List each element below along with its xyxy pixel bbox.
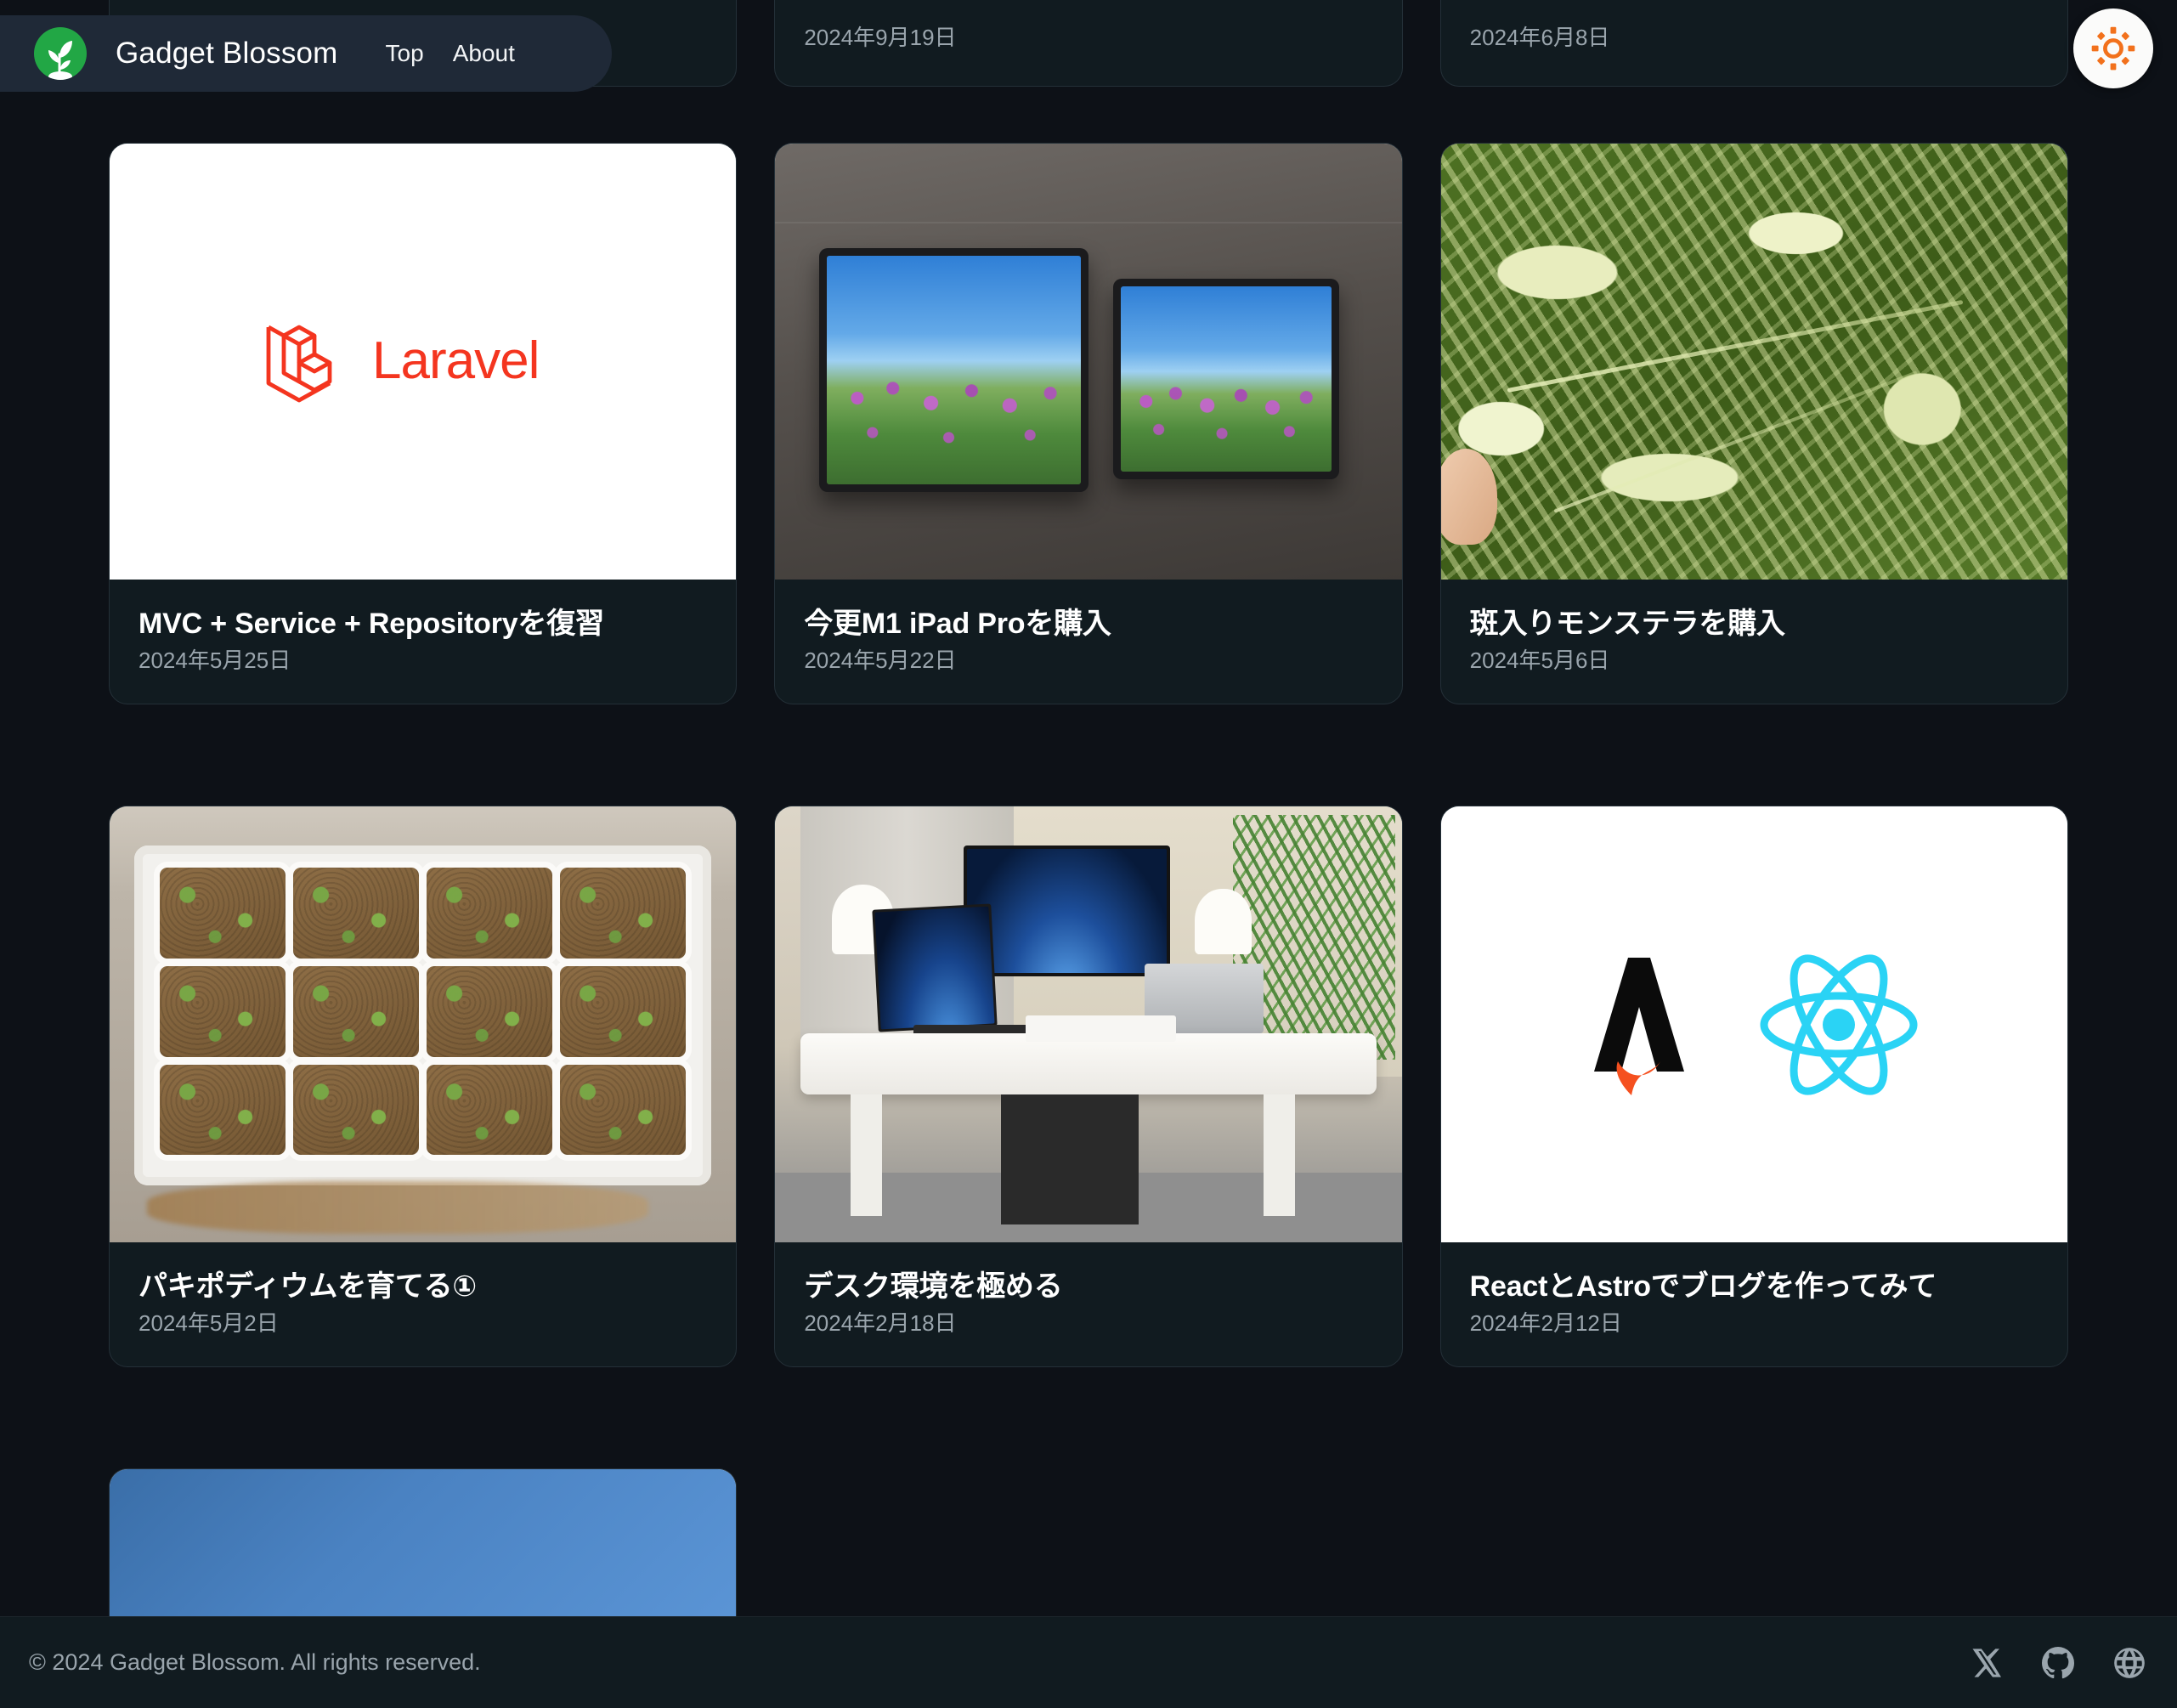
post-thumbnail [1441, 806, 2067, 1242]
laravel-logo-icon: Laravel [110, 144, 736, 580]
post-thumbnail [775, 144, 1401, 580]
post-date: 2024年5月25日 [110, 643, 736, 704]
post-title: MVC + Service + Repositoryを復習 [139, 605, 707, 643]
nav-link-top[interactable]: Top [386, 40, 424, 67]
post-date: 2024年2月12日 [1441, 1306, 2067, 1366]
footer-copyright: © 2024 Gadget Blossom. All rights reserv… [29, 1649, 481, 1676]
social-link-website[interactable] [2112, 1646, 2146, 1680]
post-date: 2024年2月18日 [775, 1306, 1401, 1366]
post-title: 斑入りモンステラを購入 [1470, 605, 2038, 643]
main-nav: Top About [386, 40, 515, 67]
desk-setup-photo [775, 806, 1401, 1242]
post-card[interactable]: 2024年9月19日 [774, 0, 1402, 87]
post-title: ReactとAstroでブログを作ってみて [1470, 1268, 2038, 1306]
nav-link-about[interactable]: About [453, 40, 515, 67]
post-body: MVC + Service + Repositoryを復習 [110, 580, 736, 643]
brand-name: Gadget Blossom [116, 37, 338, 71]
seedling-sprout-icon [34, 27, 87, 80]
post-date: 2024年6月8日 [1441, 20, 2067, 86]
x-twitter-icon [1970, 1646, 2004, 1680]
post-title: パキポディウムを育てる① [139, 1268, 707, 1306]
post-card[interactable]: パキポディウムを育てる① 2024年5月2日 [109, 806, 737, 1367]
post-title: 今更M1 iPad Proを購入 [804, 605, 1372, 643]
github-icon [2041, 1646, 2075, 1680]
post-thumbnail [1441, 144, 2067, 580]
post-grid-row-2: パキポディウムを育てる① 2024年5月2日 [0, 806, 2177, 1367]
post-date: 2024年5月6日 [1441, 643, 2067, 704]
post-body: 今更M1 iPad Proを購入 [775, 580, 1401, 643]
post-grid-partial-bottom [0, 1468, 2177, 1638]
post-date: 2024年9月19日 [775, 20, 1401, 86]
post-thumbnail [775, 806, 1401, 1242]
post-card[interactable]: Laravel MVC + Service + Repositoryを復習 20… [109, 143, 737, 704]
site-header: Gadget Blossom Top About [0, 15, 612, 92]
post-thumbnail [110, 1469, 736, 1638]
post-date: 2024年5月22日 [775, 643, 1401, 704]
social-link-x[interactable] [1970, 1646, 2004, 1680]
astro-logo-icon [1584, 953, 1694, 1097]
globe-icon [2112, 1646, 2146, 1680]
blue-gradient-photo [110, 1469, 736, 1638]
react-astro-logo-group [1441, 806, 2067, 1242]
post-card[interactable]: デスク環境を極める 2024年2月18日 [774, 806, 1402, 1367]
svg-text:Laravel: Laravel [372, 332, 539, 390]
post-card[interactable]: 2024年6月8日 [1440, 0, 2068, 87]
react-logo-icon [1754, 948, 1924, 1101]
page-root: 2024年9月19日 2024年6月8日 [0, 0, 2177, 1708]
post-body: 斑入りモンステラを購入 [1441, 580, 2067, 643]
post-card[interactable]: ReactとAstroでブログを作ってみて 2024年2月12日 [1440, 806, 2068, 1367]
monstera-leaf-photo [1441, 144, 2067, 580]
post-body: デスク環境を極める [775, 1242, 1401, 1306]
social-links [1970, 1646, 2146, 1680]
post-card[interactable] [109, 1468, 737, 1638]
post-grid-row-1: Laravel MVC + Service + Repositoryを復習 20… [0, 143, 2177, 704]
post-thumbnail: Laravel [110, 144, 736, 580]
seedling-tray-photo [110, 806, 736, 1242]
post-thumbnail [110, 806, 736, 1242]
social-link-github[interactable] [2041, 1646, 2075, 1680]
post-date: 2024年5月2日 [110, 1306, 736, 1366]
post-card[interactable]: 斑入りモンステラを購入 2024年5月6日 [1440, 143, 2068, 704]
sun-icon [2090, 25, 2136, 71]
post-card[interactable]: 今更M1 iPad Proを購入 2024年5月22日 [774, 143, 1402, 704]
site-footer: © 2024 Gadget Blossom. All rights reserv… [0, 1616, 2177, 1708]
post-body: パキポディウムを育てる① [110, 1242, 736, 1306]
theme-toggle-button[interactable] [2073, 8, 2153, 88]
post-body: ReactとAstroでブログを作ってみて [1441, 1242, 2067, 1306]
ipad-flowers-photo [775, 144, 1401, 580]
post-title: デスク環境を極める [804, 1268, 1372, 1306]
